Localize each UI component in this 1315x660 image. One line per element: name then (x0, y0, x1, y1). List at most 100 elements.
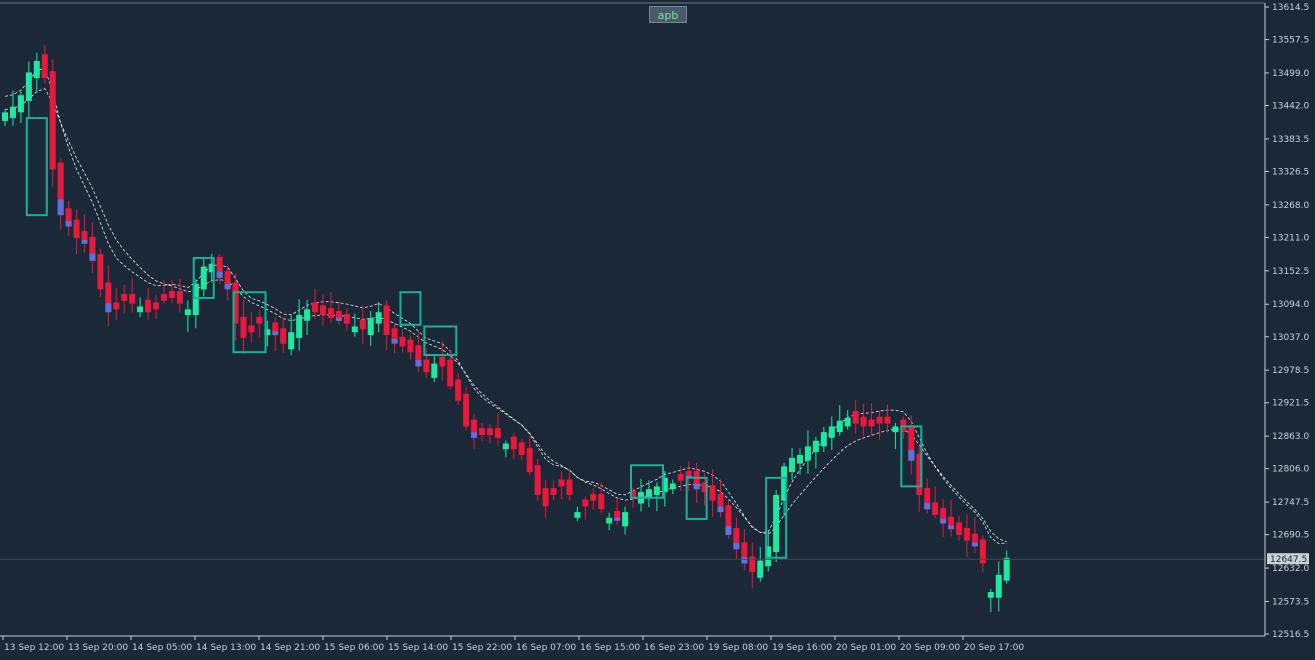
candle-body (884, 416, 891, 424)
candle-body (995, 574, 1002, 598)
symbol-tag-button[interactable]: apb (649, 6, 687, 23)
candle (49, 59, 56, 187)
candle-body (121, 293, 128, 301)
candle-body (296, 315, 303, 338)
candle-body-shadow (65, 221, 72, 227)
candle-body (828, 426, 835, 438)
candle-body (622, 512, 629, 527)
candle-body (153, 302, 160, 310)
candle-body (502, 443, 509, 450)
candle-body (280, 328, 287, 344)
y-tick-label: 13557.5 (1272, 36, 1309, 46)
y-tick-label: 13037.0 (1272, 333, 1309, 343)
candle-body (892, 426, 899, 433)
x-tick-label: 20 Sep 17:00 (964, 643, 1024, 653)
x-tick-label: 16 Sep 15:00 (580, 643, 640, 653)
candle-body (351, 326, 358, 333)
candle-body (184, 309, 191, 316)
candle-body-shadow (725, 526, 732, 535)
candle-body (606, 517, 613, 524)
y-tick-label: 12806.0 (1272, 465, 1309, 475)
candle-body (455, 379, 462, 401)
x-tick-label: 19 Sep 16:00 (772, 643, 832, 653)
candle-body (256, 316, 263, 324)
current-price-label: 12647.5 (1270, 555, 1307, 565)
candle-body-shadow (391, 339, 398, 344)
candle-body (820, 432, 827, 447)
candle-body-shadow (741, 557, 748, 564)
candle-body-shadow (224, 283, 231, 290)
candle-body (558, 479, 565, 487)
candle-body-shadow (733, 542, 740, 550)
candle-body (963, 528, 970, 541)
candle-body (359, 319, 366, 330)
x-tick-label: 13 Sep 12:00 (4, 643, 64, 653)
candle-body (797, 454, 803, 464)
candle-body-shadow (971, 542, 978, 547)
candle-body-shadow (948, 525, 955, 530)
candle-body (582, 499, 589, 507)
candle-body (574, 512, 581, 518)
candle-body-shadow (105, 303, 112, 313)
candle-body (240, 316, 247, 338)
candle-body (97, 253, 104, 290)
candle-body (33, 60, 40, 79)
x-tick-label: 13 Sep 20:00 (68, 643, 128, 653)
x-tick-label: 16 Sep 23:00 (644, 643, 704, 653)
candle-body (25, 72, 32, 101)
candle-body (876, 416, 883, 424)
candle-body (653, 486, 660, 495)
y-tick-label: 12516.5 (1272, 630, 1309, 640)
candle-body (137, 306, 144, 313)
candle-body (168, 291, 175, 298)
candle-body (518, 442, 525, 455)
candle-body-shadow (89, 253, 96, 261)
candle-body (598, 493, 605, 510)
candle-body (304, 309, 311, 321)
x-tick-label: 20 Sep 01:00 (836, 643, 896, 653)
candle-body (1003, 557, 1010, 581)
candle-body-shadow (415, 360, 422, 367)
y-tick-label: 13614.5 (1272, 3, 1309, 13)
candle-body-shadow (908, 450, 915, 461)
candle-body (383, 305, 390, 336)
candle-body-shadow (272, 331, 279, 336)
price-chart[interactable]: 13614.5 13557.5 13499.0 13442.0 13383.5 13326… (0, 0, 1315, 660)
candle-body (407, 339, 414, 353)
candle-body (113, 302, 120, 310)
candle-body (73, 219, 80, 238)
candle-body (709, 485, 716, 501)
candle-body (812, 440, 819, 453)
candle-body (542, 488, 549, 507)
candle-body (423, 359, 430, 373)
candle-body (447, 359, 454, 387)
candle-body-shadow (693, 483, 700, 490)
y-tick-label: 12632.0 (1272, 564, 1309, 574)
candle-body (41, 54, 48, 79)
candle-body (550, 488, 557, 495)
candle (725, 500, 732, 539)
candle-body (979, 539, 986, 564)
x-tick-label: 15 Sep 14:00 (388, 643, 448, 653)
candle-body (49, 71, 56, 170)
candle-body (494, 428, 501, 438)
y-tick-label: 12921.5 (1272, 399, 1309, 409)
candle-body (200, 266, 207, 290)
y-tick-label: 13499.0 (1272, 69, 1309, 79)
candle-body (479, 428, 485, 435)
x-tick-label: 15 Sep 22:00 (452, 643, 512, 653)
candle-body (987, 592, 994, 598)
y-tick-label: 12573.5 (1272, 597, 1309, 607)
x-tick-label: 14 Sep 13:00 (196, 643, 256, 653)
candle-body-shadow (57, 199, 64, 216)
candle-body (526, 448, 533, 473)
x-tick-label: 14 Sep 05:00 (132, 643, 192, 653)
candle-body (757, 560, 764, 578)
candle-body (343, 313, 350, 324)
candle-body (932, 502, 939, 515)
candle-body (288, 332, 295, 350)
y-tick-label: 12690.5 (1272, 531, 1309, 541)
y-tick-label: 12747.5 (1272, 498, 1309, 508)
candle-body (566, 479, 573, 495)
candle-body (399, 336, 406, 347)
